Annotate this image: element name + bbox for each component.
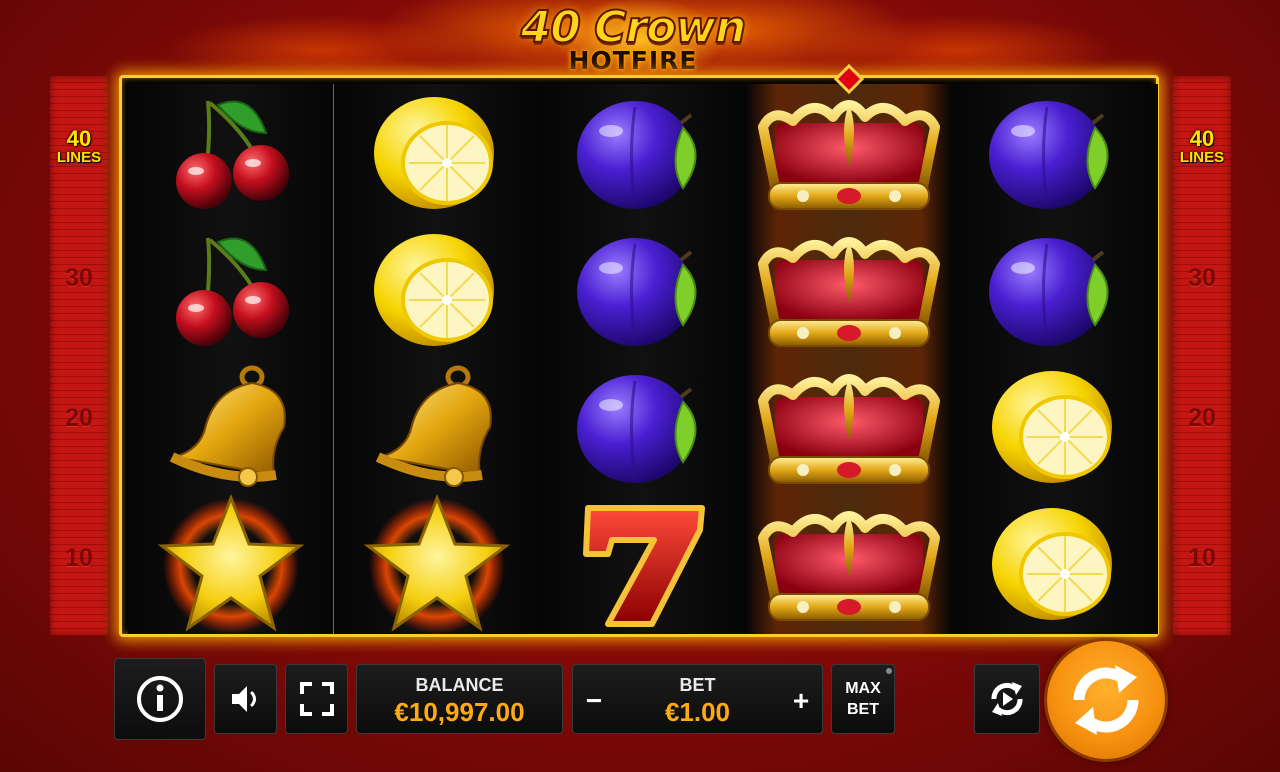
lemon-icon <box>374 96 494 209</box>
line-marker-30: 30 <box>1188 264 1216 292</box>
lines-total: 40 LINES <box>1173 128 1231 166</box>
reel-2 <box>334 84 540 634</box>
lines-count: 40 <box>1189 126 1215 151</box>
lines-label: LINES <box>1179 149 1225 166</box>
spin-button[interactable] <box>1047 641 1165 759</box>
plum-icon <box>577 100 697 209</box>
reel-3 <box>540 84 746 634</box>
bet-increase-button[interactable]: + <box>786 685 816 717</box>
bell-icon <box>375 365 492 487</box>
balance-label: BALANCE <box>415 675 504 695</box>
symbol-crown <box>746 358 952 495</box>
fullscreen-button[interactable] <box>285 664 348 734</box>
max-bet-indicator <box>886 668 892 674</box>
lines-label: LINES <box>56 149 102 166</box>
plum-icon <box>989 100 1109 209</box>
reel-5 <box>952 84 1158 634</box>
autoplay-icon <box>991 682 1023 716</box>
star-icon <box>363 493 511 634</box>
symbol-cherry <box>128 84 334 221</box>
max-bet-label-2: BET <box>847 701 879 718</box>
crown-icon <box>758 99 940 210</box>
lemon-icon <box>992 507 1112 620</box>
lines-indicator-right: 40 LINES 30 20 10 <box>1173 76 1231 636</box>
symbol-star <box>334 493 540 634</box>
symbol-crown <box>746 63 952 221</box>
line-marker-20: 20 <box>1188 404 1216 432</box>
line-marker-30: 30 <box>65 264 93 292</box>
symbol-lemon <box>334 221 540 358</box>
symbol-plum <box>952 84 1158 221</box>
bet-label: BET <box>679 675 716 695</box>
line-marker-20: 20 <box>65 404 93 432</box>
symbol-bell <box>334 358 540 495</box>
plum-icon <box>577 374 697 483</box>
bet-value: €1.00 <box>664 697 731 727</box>
symbol-plum <box>952 221 1158 358</box>
crown-icon <box>758 373 940 484</box>
reel-1 <box>128 84 334 634</box>
lines-count: 40 <box>66 126 92 151</box>
bet-control: − BET €1.00 + <box>572 664 823 734</box>
crown-icon <box>758 236 940 347</box>
spin-icon <box>1073 665 1139 735</box>
symbol-plum <box>540 84 746 221</box>
info-button[interactable] <box>114 658 206 740</box>
reels-frame <box>119 63 1159 637</box>
symbol-lemon <box>952 495 1158 632</box>
logo-title: 40 Crown <box>520 2 748 53</box>
balance-value: €10,997.00 <box>394 697 525 727</box>
symbol-crown <box>746 221 952 358</box>
crown-icon <box>758 510 940 621</box>
line-marker-10: 10 <box>1188 544 1216 572</box>
symbol-lemon <box>952 358 1158 495</box>
seven-icon <box>583 504 705 627</box>
info-icon <box>137 676 183 722</box>
symbol-crown <box>746 495 952 632</box>
cherry-icon <box>176 237 289 346</box>
cherry-icon <box>176 100 289 209</box>
symbol-cherry <box>128 221 334 358</box>
line-marker-10: 10 <box>65 544 93 572</box>
lines-total: 40 LINES <box>50 128 108 166</box>
balance-display: BALANCE €10,997.00 <box>356 664 563 734</box>
lemon-icon <box>992 370 1112 483</box>
star-icon <box>157 493 305 634</box>
speaker-icon <box>231 686 256 712</box>
symbol-star <box>128 493 334 634</box>
bell-icon <box>169 365 286 487</box>
fullscreen-icon <box>299 682 334 716</box>
symbol-seven <box>540 495 746 632</box>
symbol-plum <box>540 221 746 358</box>
game-logo: 40 Crown HOTFIRE <box>488 2 778 80</box>
symbol-lemon <box>334 84 540 221</box>
autoplay-button[interactable] <box>974 664 1040 734</box>
sound-button[interactable] <box>214 664 277 734</box>
reel-4 <box>746 63 952 634</box>
plum-icon <box>577 237 697 346</box>
symbol-plum <box>540 358 746 495</box>
lines-indicator-left: 40 LINES 30 20 10 <box>50 76 108 636</box>
plum-icon <box>989 237 1109 346</box>
max-bet-label-1: MAX <box>845 680 881 697</box>
lemon-icon <box>374 233 494 346</box>
symbol-bell <box>128 358 334 495</box>
max-bet-button[interactable]: MAX BET <box>831 664 895 734</box>
